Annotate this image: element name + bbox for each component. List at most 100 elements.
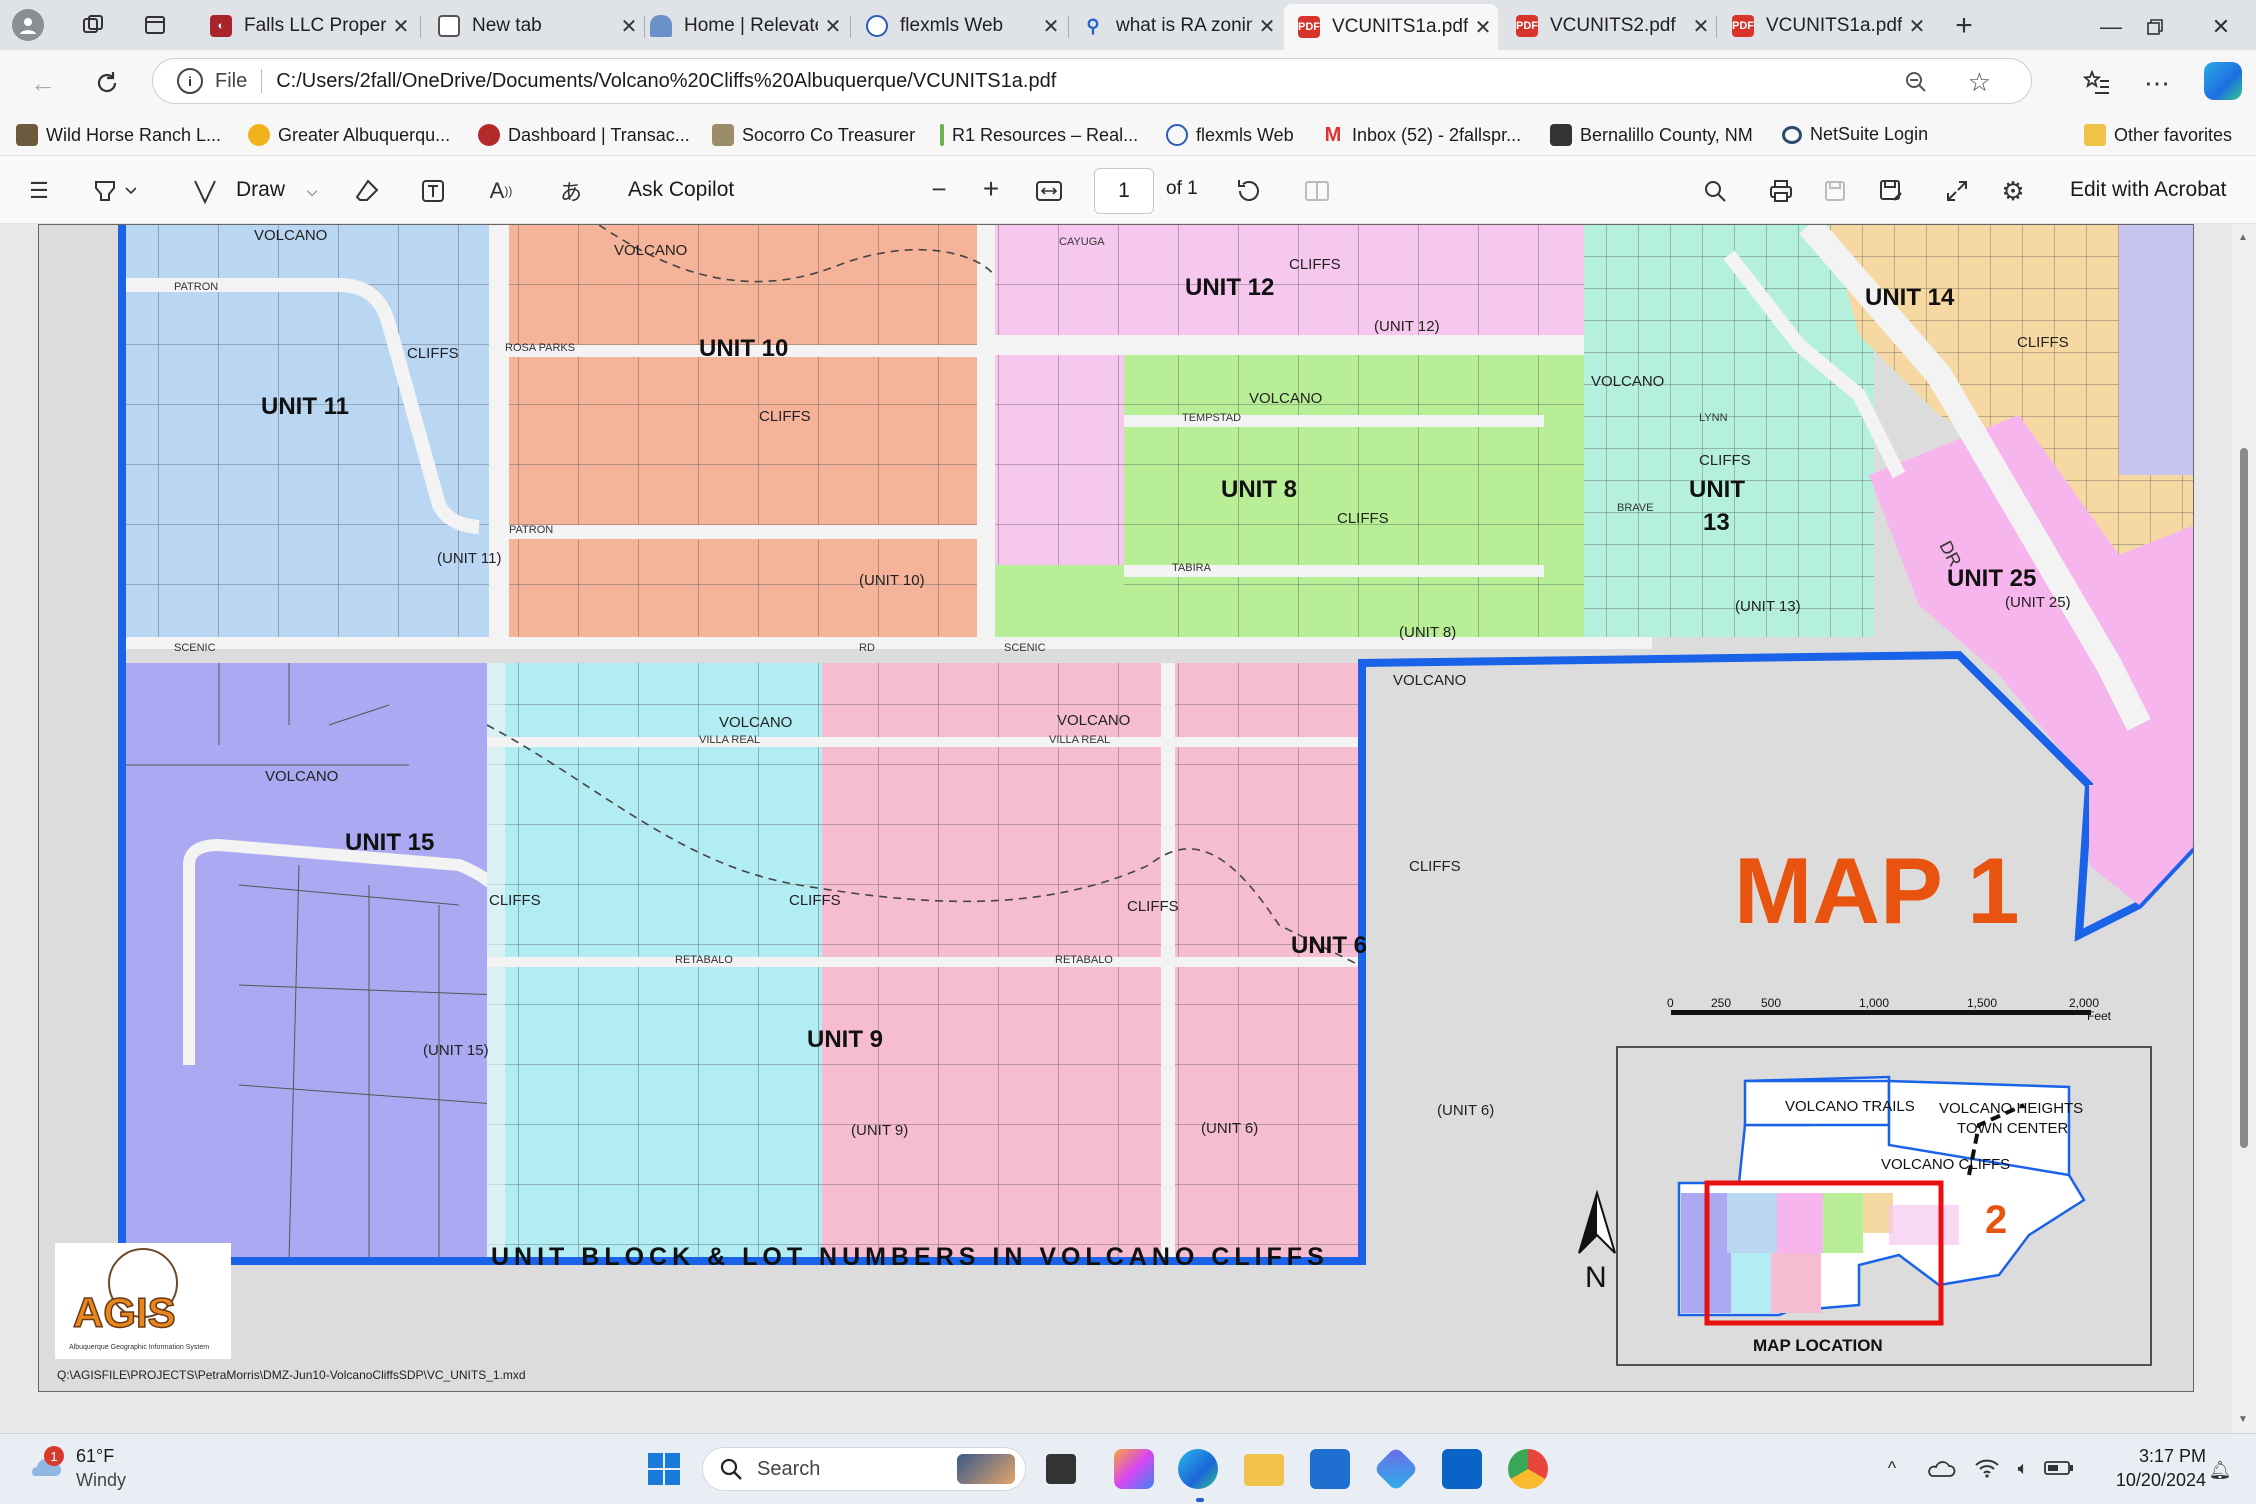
favorite-wild-horse[interactable]: Wild Horse Ranch L...	[16, 124, 221, 146]
page-view-icon[interactable]	[1302, 176, 1332, 206]
fit-width-icon[interactable]	[1032, 176, 1066, 206]
unit-11-note: (UNIT 11)	[437, 550, 501, 567]
tab-falls-llc[interactable]: ◐ Falls LLC Proper ✕	[196, 6, 416, 46]
scale-tick: 1,000	[1859, 996, 1889, 1010]
scroll-up-icon[interactable]: ▲	[2238, 232, 2248, 243]
minimize-icon[interactable]: —	[2096, 12, 2126, 42]
favorite-socorro[interactable]: Socorro Co Treasurer	[712, 124, 915, 146]
store-icon[interactable]	[1310, 1449, 1350, 1489]
volume-icon[interactable]: 🔈︎	[2010, 1456, 2036, 1480]
favorite-flexmls[interactable]: flexmls Web	[1166, 124, 1294, 146]
vertical-scrollbar[interactable]: ▲ ▼	[2232, 224, 2256, 1433]
close-icon[interactable]: ✕	[1468, 15, 1498, 40]
favorite-star-icon[interactable]: ☆	[1968, 67, 1991, 98]
tab-new-tab[interactable]: New tab ✕	[424, 6, 644, 46]
inset-volcano-trails: VOLCANO TRAILS	[1785, 1098, 1915, 1115]
copilot-icon[interactable]	[2204, 62, 2242, 100]
tab-vcunits1a-second[interactable]: PDF VCUNITS1a.pdf ✕	[1718, 6, 1932, 46]
copilot-app-icon[interactable]	[1373, 1446, 1419, 1492]
more-menu-icon[interactable]: ⋯	[2140, 66, 2174, 100]
scrollbar-thumb[interactable]	[2240, 448, 2248, 1148]
file-explorer-icon[interactable]	[1244, 1454, 1284, 1486]
find-icon[interactable]	[1700, 176, 1730, 206]
draw-icon[interactable]	[190, 176, 220, 206]
wifi-icon[interactable]	[1974, 1456, 2000, 1480]
battery-icon[interactable]	[2044, 1456, 2074, 1480]
zoom-out-icon[interactable]	[1903, 69, 1929, 101]
window-close-icon[interactable]: ✕	[2206, 12, 2236, 42]
tab-actions-icon[interactable]	[142, 12, 168, 38]
favorite-greater-abq[interactable]: Greater Albuquerqu...	[248, 124, 450, 146]
tab-ra-zoning[interactable]: ⚲ what is RA zonin ✕	[1068, 6, 1282, 46]
inset-volcano-heights: VOLCANO HEIGHTS	[1939, 1100, 2083, 1117]
cliffs-label: CLIFFS	[407, 345, 459, 362]
new-tab-plus-icon[interactable]: +	[1948, 9, 1980, 42]
tab-flexmls[interactable]: flexmls Web ✕	[852, 6, 1066, 46]
page-total: of 1	[1166, 178, 1198, 199]
patron-road-label: PATRON	[509, 524, 553, 536]
start-icon[interactable]	[644, 1449, 684, 1489]
favorite-netsuite[interactable]: NetSuite Login	[1782, 124, 1928, 145]
tab-vcunits2[interactable]: PDF VCUNITS2.pdf ✕	[1502, 6, 1716, 46]
close-icon[interactable]: ✕	[818, 14, 848, 39]
fullscreen-icon[interactable]	[1942, 176, 1972, 206]
clock-time[interactable]: 3:17 PM	[2122, 1446, 2206, 1467]
chrome-icon[interactable]	[1508, 1449, 1548, 1489]
tab-relevate[interactable]: Home | Relevate ✕	[636, 6, 848, 46]
read-aloud-icon[interactable]: A))	[486, 176, 516, 206]
close-icon[interactable]: ✕	[1902, 14, 1932, 39]
falls-icon: ◐	[210, 15, 232, 37]
refresh-icon[interactable]	[90, 66, 124, 100]
taskbar-search[interactable]: Search	[702, 1447, 1026, 1491]
translate-icon[interactable]: あ	[554, 176, 588, 206]
favorite-inbox[interactable]: M Inbox (52) - 2fallspr...	[1322, 124, 1521, 146]
workspaces-icon[interactable]	[80, 12, 106, 38]
text-box-icon[interactable]	[418, 176, 448, 206]
page-number-input[interactable]: 1	[1094, 168, 1154, 214]
draw-label[interactable]: Draw	[236, 178, 285, 202]
url-field[interactable]: i File C:/Users/2fall/OneDrive/Documents…	[152, 58, 2032, 104]
back-icon[interactable]: ←	[26, 66, 60, 100]
close-icon[interactable]: ✕	[386, 14, 416, 39]
other-favorites[interactable]: Other favorites	[2084, 124, 2232, 146]
zoom-out-button[interactable]: −	[924, 174, 954, 204]
volcano-cliffs-map[interactable]: UNIT 10 UNIT 11 UNIT 12 UNIT 14 UNIT 8 U…	[39, 225, 2194, 1392]
highlight-icon[interactable]	[88, 176, 140, 206]
chevron-down-icon[interactable]: ⌵	[300, 176, 324, 206]
edge-icon[interactable]	[1178, 1449, 1218, 1489]
favorite-dashboard[interactable]: Dashboard | Transac...	[478, 124, 690, 146]
rotate-icon[interactable]	[1234, 176, 1264, 206]
onedrive-icon[interactable]	[1926, 1456, 1956, 1480]
save-icon[interactable]	[1820, 176, 1850, 206]
profile-icon[interactable]	[12, 9, 44, 41]
contents-icon[interactable]: ☰	[24, 176, 54, 206]
weather-widget[interactable]: 1	[28, 1446, 68, 1490]
ask-copilot-button[interactable]: Ask Copilot	[628, 178, 734, 202]
close-icon[interactable]: ✕	[1686, 14, 1716, 39]
edit-with-acrobat-button[interactable]: Edit with Acrobat	[2070, 178, 2226, 202]
notification-bell-icon[interactable]: 🔔︎	[2208, 1458, 2232, 1482]
favorite-bernalillo[interactable]: Bernalillo County, NM	[1550, 124, 1753, 146]
task-view-icon[interactable]	[1046, 1454, 1076, 1484]
search-icon	[720, 1458, 742, 1480]
scale-unit: Feet	[2087, 1009, 2112, 1023]
settings-gear-icon[interactable]: ⚙	[1998, 176, 2028, 206]
restore-icon[interactable]	[2140, 12, 2170, 42]
chevron-up-icon[interactable]: ^	[1880, 1456, 1904, 1480]
copilot-taskbar-icon[interactable]	[1114, 1449, 1154, 1489]
unit-15-area[interactable]	[122, 663, 487, 1261]
info-icon[interactable]: i	[177, 68, 203, 94]
patron-road-label: PATRON	[174, 281, 218, 293]
zoom-in-button[interactable]: +	[976, 173, 1006, 204]
tab-vcunits1a-active[interactable]: PDF VCUNITS1a.pdf ✕	[1284, 4, 1498, 50]
clock-date[interactable]: 10/20/2024	[2096, 1470, 2206, 1491]
close-icon[interactable]: ✕	[1252, 14, 1282, 39]
favorite-r1[interactable]: R1 Resources – Real...	[940, 124, 1138, 146]
print-icon[interactable]	[1766, 176, 1796, 206]
outlook-icon[interactable]	[1442, 1449, 1482, 1489]
erase-icon[interactable]	[352, 176, 382, 206]
favorites-icon[interactable]	[2080, 66, 2114, 100]
save-as-icon[interactable]	[1876, 176, 1906, 206]
scroll-down-icon[interactable]: ▼	[2238, 1414, 2248, 1425]
close-icon[interactable]: ✕	[1036, 14, 1066, 39]
